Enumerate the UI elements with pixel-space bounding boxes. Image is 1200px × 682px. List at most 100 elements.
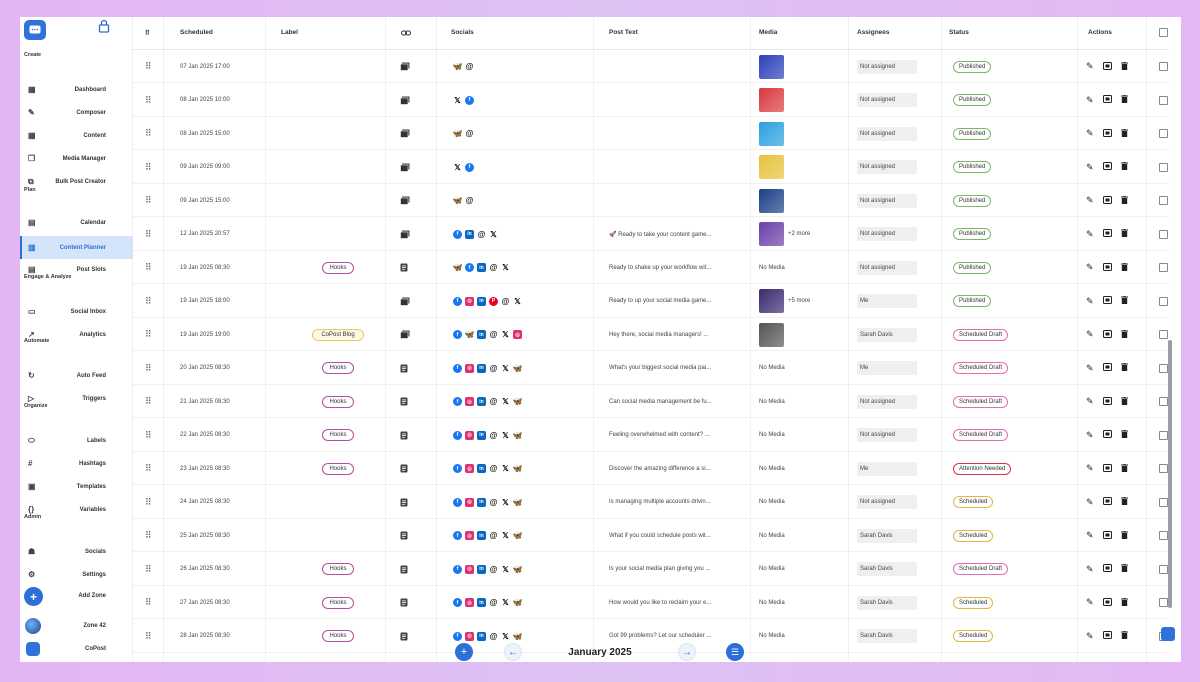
label-pill[interactable]: Hooks bbox=[322, 429, 354, 441]
assignee-field[interactable]: Sarah Davis bbox=[857, 562, 917, 576]
post-text[interactable]: Ready to up your social media game... bbox=[609, 285, 739, 318]
row-checkbox[interactable] bbox=[1159, 452, 1168, 485]
table-row[interactable]: ⠿ 19 Jan 2025 18:00 f ◎ in P @ 𝕏 Ready to up you… bbox=[133, 285, 1169, 318]
edit-icon[interactable]: ✎ bbox=[1086, 162, 1094, 173]
label-pill[interactable]: Hooks bbox=[322, 462, 354, 475]
post-text[interactable]: 🚀 Ready to take your content game... bbox=[609, 218, 739, 251]
preview-icon[interactable] bbox=[1102, 631, 1112, 641]
preview-icon[interactable] bbox=[1102, 329, 1112, 340]
preview-icon[interactable] bbox=[1102, 497, 1112, 507]
delete-icon[interactable] bbox=[1120, 396, 1128, 407]
chat-widget-icon[interactable] bbox=[1161, 627, 1175, 641]
sidebar-item-labels[interactable]: ⬭ Labels bbox=[20, 429, 133, 452]
media-cell[interactable] bbox=[759, 184, 784, 217]
media-thumbnail[interactable] bbox=[759, 121, 784, 146]
delete-icon[interactable] bbox=[1120, 497, 1128, 507]
status-badge[interactable]: Published bbox=[953, 60, 992, 73]
post-text[interactable]: Ready to shake up your workflow wit... bbox=[609, 251, 739, 284]
post-text[interactable]: Hey there, social media managers! ... bbox=[609, 318, 739, 351]
row-checkbox[interactable] bbox=[1159, 251, 1168, 284]
row-checkbox[interactable] bbox=[1159, 151, 1168, 184]
drag-handle-icon[interactable]: ⠿ bbox=[145, 352, 152, 385]
edit-icon[interactable]: ✎ bbox=[1086, 463, 1094, 474]
post-text[interactable] bbox=[609, 184, 739, 217]
preview-icon[interactable] bbox=[1102, 128, 1112, 139]
media-cell[interactable]: No Media bbox=[759, 519, 785, 552]
assignee-field[interactable]: Me bbox=[857, 461, 917, 476]
header-assignees[interactable]: Assignees bbox=[857, 29, 890, 36]
delete-icon[interactable] bbox=[1120, 195, 1128, 206]
media-thumbnail[interactable] bbox=[759, 188, 784, 213]
status-badge[interactable]: Scheduled Draft bbox=[953, 429, 1009, 441]
status-badge[interactable]: Published bbox=[953, 295, 992, 307]
row-checkbox[interactable] bbox=[1159, 318, 1168, 351]
post-text[interactable] bbox=[609, 84, 739, 117]
assignee-cell[interactable]: Me bbox=[857, 452, 917, 485]
delete-icon[interactable] bbox=[1120, 162, 1128, 172]
table-row[interactable]: ⠿ 22 Jan 2025 08:30 Hooks f ◎ in @ 𝕏 🦋 Feeling ov… bbox=[133, 419, 1169, 452]
assignee-field[interactable]: Not assigned bbox=[857, 59, 917, 74]
label-pill[interactable]: Hooks bbox=[322, 362, 354, 374]
preview-icon[interactable] bbox=[1102, 162, 1112, 172]
status-badge[interactable]: Scheduled Draft bbox=[953, 563, 1009, 575]
row-checkbox[interactable] bbox=[1159, 218, 1168, 251]
sidebar-item-calendar[interactable]: ▤ Calendar bbox=[20, 211, 133, 234]
media-thumbnail[interactable] bbox=[759, 88, 784, 112]
edit-icon[interactable]: ✎ bbox=[1086, 564, 1094, 575]
status-badge[interactable]: Attention Needed bbox=[953, 462, 1012, 475]
select-all-checkbox[interactable] bbox=[1159, 28, 1168, 37]
assignee-cell[interactable]: Not assigned bbox=[857, 486, 917, 519]
assignee-field[interactable]: Sarah Davis bbox=[857, 327, 917, 342]
media-cell[interactable] bbox=[759, 151, 784, 184]
delete-icon[interactable] bbox=[1120, 530, 1128, 541]
delete-icon[interactable] bbox=[1120, 430, 1128, 440]
delete-icon[interactable] bbox=[1120, 229, 1128, 239]
add-post-button[interactable]: + bbox=[455, 643, 473, 661]
delete-icon[interactable] bbox=[1120, 564, 1128, 574]
drag-handle-icon[interactable]: ⠿ bbox=[145, 419, 152, 452]
next-month-button[interactable]: → bbox=[678, 643, 696, 661]
delete-icon[interactable] bbox=[1120, 631, 1128, 641]
status-badge[interactable]: Published bbox=[953, 228, 992, 240]
sidebar-item-socials[interactable]: ☗ Socials bbox=[20, 540, 133, 563]
delete-icon[interactable] bbox=[1120, 463, 1128, 474]
row-checkbox[interactable] bbox=[1159, 519, 1168, 552]
media-cell[interactable]: No Media bbox=[759, 352, 785, 385]
assignee-field[interactable]: Not assigned bbox=[857, 227, 917, 241]
delete-icon[interactable] bbox=[1120, 262, 1128, 273]
assignee-field[interactable]: Not assigned bbox=[857, 126, 917, 141]
sidebar-item-settings[interactable]: ⚙ Settings bbox=[20, 563, 133, 586]
drag-handle-icon[interactable]: ⠿ bbox=[145, 620, 152, 653]
assignee-field[interactable]: Not assigned bbox=[857, 93, 917, 107]
preview-icon[interactable] bbox=[1102, 430, 1112, 440]
table-row[interactable]: ⠿ 25 Jan 2025 08:30 f ◎ in @ 𝕏 🦋 What if you cou… bbox=[133, 519, 1169, 552]
scrollbar[interactable] bbox=[1168, 340, 1172, 608]
edit-icon[interactable]: ✎ bbox=[1086, 430, 1094, 441]
post-text[interactable]: What's your biggest social media pai... bbox=[609, 352, 739, 385]
lock-icon[interactable] bbox=[98, 19, 110, 33]
preview-icon[interactable] bbox=[1102, 396, 1112, 407]
status-badge[interactable]: Scheduled bbox=[953, 596, 994, 609]
preview-icon[interactable] bbox=[1102, 530, 1112, 541]
delete-icon[interactable] bbox=[1120, 597, 1128, 608]
media-thumbnail[interactable] bbox=[759, 155, 784, 179]
assignee-field[interactable]: Me bbox=[857, 294, 917, 308]
media-cell[interactable]: No Media bbox=[759, 620, 785, 653]
delete-icon[interactable] bbox=[1120, 61, 1128, 72]
table-row[interactable]: ⠿ 23 Jan 2025 08:30 Hooks f ◎ in @ 𝕏 🦋 Discover t… bbox=[133, 452, 1169, 485]
status-badge[interactable]: Scheduled Draft bbox=[953, 362, 1009, 374]
row-checkbox[interactable] bbox=[1159, 486, 1168, 519]
drag-handle-icon[interactable]: ⠿ bbox=[145, 318, 152, 351]
assignee-field[interactable]: Not assigned bbox=[857, 495, 917, 509]
status-badge[interactable]: Scheduled Draft bbox=[953, 395, 1009, 408]
sidebar-item-social-inbox[interactable]: ▭ Social Inbox bbox=[20, 300, 133, 323]
delete-icon[interactable] bbox=[1120, 363, 1128, 373]
edit-icon[interactable]: ✎ bbox=[1086, 329, 1094, 340]
media-cell[interactable]: No Media bbox=[759, 251, 785, 284]
drag-handle-icon[interactable]: ⠿ bbox=[145, 50, 152, 83]
status-badge[interactable]: Published bbox=[953, 161, 992, 173]
sidebar-item-hashtags[interactable]: # Hashtags bbox=[20, 452, 133, 475]
status-badge[interactable]: Published bbox=[953, 127, 992, 140]
post-text[interactable]: What if you could schedule posts wit... bbox=[609, 519, 739, 552]
sidebar-item-bulk-post-creator[interactable]: ⧉ Bulk Post Creator bbox=[20, 170, 133, 193]
